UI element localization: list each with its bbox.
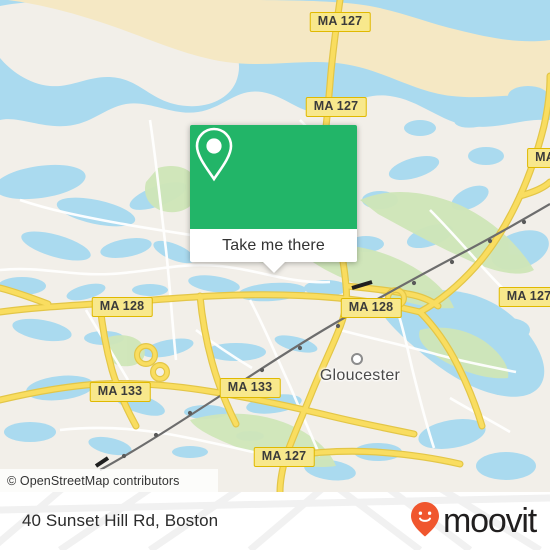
map-attribution[interactable]: © OpenStreetMap contributors xyxy=(0,469,218,492)
take-me-there-label: Take me there xyxy=(222,236,325,254)
take-me-there-button[interactable]: Take me there xyxy=(190,229,357,262)
place-marker-dot xyxy=(351,353,363,365)
highway-shield: MA xyxy=(527,148,550,168)
highway-shield: MA 127 xyxy=(309,12,371,32)
highway-shield: MA 127 xyxy=(305,97,367,117)
highway-shield-label: MA 128 xyxy=(348,300,394,314)
highway-shield-label: MA 127 xyxy=(313,99,359,113)
highway-shield-label: MA 128 xyxy=(99,299,145,313)
highway-shield: MA 128 xyxy=(91,297,153,317)
highway-shield-label: MA 133 xyxy=(97,384,143,398)
destination-popup-card[interactable]: Take me there xyxy=(190,125,357,273)
moovit-logo[interactable]: moovit xyxy=(410,492,537,550)
moovit-map-screen: MA 127 MA 127 MA MA 128 MA 128 MA 127 MA 133 MA… xyxy=(0,0,550,550)
highway-shield-label: MA xyxy=(535,150,550,164)
moovit-wordmark: moovit xyxy=(443,502,537,540)
highway-shield-label: MA 127 xyxy=(261,449,307,463)
moovit-pin-smiley-icon xyxy=(410,501,440,542)
popup-card-pointer xyxy=(262,262,285,273)
place-label: Gloucester xyxy=(319,367,401,384)
footer-bar: 40 Sunset Hill Rd, Boston moovit xyxy=(0,492,550,550)
attribution-text: © OpenStreetMap contributors xyxy=(7,473,180,488)
highway-shield: MA 127 xyxy=(498,287,550,307)
highway-shield: MA 128 xyxy=(340,298,402,318)
highway-shield-label: MA 127 xyxy=(317,14,363,28)
highway-shield: MA 133 xyxy=(219,378,281,398)
highway-shield-label: MA 133 xyxy=(227,380,273,394)
address-label: 40 Sunset Hill Rd, Boston xyxy=(22,492,218,550)
highway-shield: MA 127 xyxy=(253,447,315,467)
address-text: 40 Sunset Hill Rd, Boston xyxy=(22,511,219,530)
map-canvas[interactable]: MA 127 MA 127 MA MA 128 MA 128 MA 127 MA 133 MA… xyxy=(0,0,550,492)
popup-card-image xyxy=(190,125,357,229)
highway-shield: MA 133 xyxy=(89,382,151,402)
highway-shield-label: MA 127 xyxy=(506,289,550,303)
